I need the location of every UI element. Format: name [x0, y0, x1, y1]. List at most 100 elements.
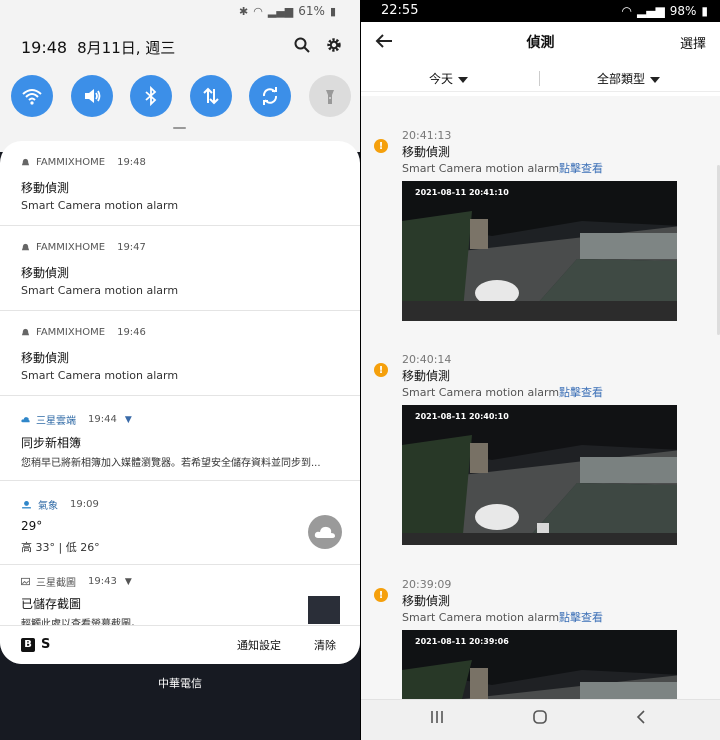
cloud-icon: [308, 515, 342, 549]
view-link[interactable]: 點擊查看: [559, 162, 603, 175]
type-filter[interactable]: 全部類型: [597, 70, 661, 87]
search-icon[interactable]: [294, 37, 310, 58]
mobile-data-toggle[interactable]: [189, 75, 232, 117]
notification-app: FAMMIXHOME: [36, 327, 106, 338]
event-time: 20:41:13: [402, 129, 452, 142]
notification-item[interactable]: 氣象 19:09 29° 高 33° | 低 26°: [0, 481, 360, 565]
back-icon[interactable]: [635, 709, 647, 729]
camera-snapshot[interactable]: 2021-08-11 20:39:06: [402, 630, 681, 699]
timestamp-overlay: 2021-08-11 20:41:10: [415, 188, 509, 197]
chevron-down-icon[interactable]: ▼: [125, 577, 132, 587]
bell-icon: [21, 158, 30, 166]
flashlight-toggle[interactable]: [308, 75, 351, 117]
cloud-icon: [21, 417, 30, 423]
notification-time: 19:43: [88, 576, 117, 587]
event-item[interactable]: ! 20:39:09 移動偵測 Smart Camera motion alar…: [361, 578, 720, 699]
panel-handle[interactable]: [173, 127, 186, 129]
event-desc: Smart Camera motion alarm: [402, 611, 560, 624]
quick-settings: ✱ ◠ ▂▄▆ 61% ▮ 19:48 8月11日, 週三: [0, 0, 360, 152]
event-body: Smart Camera motion alarm點擊查看: [402, 160, 603, 176]
event-item[interactable]: ! 20:41:13 移動偵測 Smart Camera motion alar…: [361, 129, 720, 329]
weather-temperature: 29°: [21, 519, 43, 533]
event-body: Smart Camera motion alarm點擊查看: [402, 384, 603, 400]
day-filter-label: 今天: [429, 72, 454, 86]
camera-snapshot[interactable]: 2021-08-11 20:41:10: [402, 181, 681, 321]
bell-icon: [21, 328, 30, 336]
alert-icon: !: [374, 588, 388, 602]
notification-time: 19:48: [117, 157, 146, 168]
notification-title: 同步新相簿: [21, 436, 82, 450]
select-button[interactable]: 選擇: [680, 33, 706, 52]
notification-time: 19:47: [117, 242, 146, 253]
clock-date: 8月11日, 週三: [77, 38, 176, 57]
event-title: 移動偵測: [402, 594, 451, 608]
carrier-label: 中華電信: [158, 677, 202, 690]
notification-item[interactable]: FAMMIXHOME 19:48 移動偵測 Smart Camera motio…: [0, 141, 360, 226]
detection-screen: 22:55 ◠ ▂▄▆ 98% ▮ 偵測 選擇 今天 全部類型 ! 20:41:…: [361, 0, 720, 740]
signal-icon: ▂▄▆: [637, 4, 665, 18]
caret-down-icon: [458, 76, 469, 83]
app-logos: B S: [21, 637, 50, 652]
bell-icon: [21, 243, 30, 251]
filter-bar: 今天 全部類型: [361, 66, 720, 92]
home-icon[interactable]: [532, 709, 548, 729]
caret-down-icon: [650, 76, 661, 83]
notification-settings-button[interactable]: 通知設定: [237, 637, 281, 653]
notification-item[interactable]: 三星雲端 19:44 ▼ 同步新相簿 您稍早已將新相簿加入媒體瀏覽器。若希望安全…: [0, 396, 360, 481]
weather-range: 高 33° | 低 26°: [21, 541, 100, 554]
recents-icon[interactable]: [430, 709, 444, 728]
status-bar-left: ✱ ◠ ▂▄▆ 61% ▮: [239, 4, 336, 18]
clear-button[interactable]: 清除: [314, 637, 336, 653]
event-body: Smart Camera motion alarm點擊查看: [402, 609, 603, 625]
wifi-icon: [22, 89, 42, 105]
page-title: 偵測: [526, 35, 555, 51]
auto-rotate-toggle[interactable]: [249, 75, 291, 117]
data-icon: [202, 87, 219, 105]
battery-percent: 61%: [298, 4, 325, 18]
view-link[interactable]: 點擊查看: [559, 611, 603, 624]
battery-icon: ▮: [701, 4, 708, 18]
bluetooth-toggle[interactable]: [130, 75, 172, 117]
notification-item[interactable]: 三星截圖 19:43 ▼ 已儲存截圖 輕觸此處以查看螢幕截圖。: [0, 565, 360, 630]
screenshot-icon: [21, 577, 30, 586]
notification-item[interactable]: FAMMIXHOME 19:46 移動偵測 Smart Camera motio…: [0, 311, 360, 396]
timestamp-overlay: 2021-08-11 20:40:10: [415, 412, 509, 421]
wifi-status-icon: ◠: [621, 4, 633, 18]
signal-icon: ▂▄▆: [267, 4, 294, 18]
wifi-status-icon: ◠: [253, 4, 263, 18]
weather-icon: [22, 500, 31, 509]
notification-body: Smart Camera motion alarm: [21, 369, 179, 382]
notification-footer: B S 通知設定 清除: [0, 625, 360, 664]
notification-title: 移動偵測: [21, 266, 70, 280]
notification-panel: FAMMIXHOME 19:48 移動偵測 Smart Camera motio…: [0, 141, 360, 664]
event-desc: Smart Camera motion alarm: [402, 162, 560, 175]
system-nav-bar: [361, 699, 720, 740]
notification-time: 19:09: [70, 499, 99, 510]
notification-body: 您稍早已將新相簿加入媒體瀏覽器。若希望安全儲存資料並同步到...: [21, 458, 321, 469]
screenshot-thumbnail[interactable]: [308, 596, 340, 624]
event-item[interactable]: ! 20:40:14 移動偵測 Smart Camera motion alar…: [361, 353, 720, 553]
battery-icon: ▮: [329, 4, 336, 18]
notification-shade: ✱ ◠ ▂▄▆ 61% ▮ 19:48 8月11日, 週三 FAMMIXHOME…: [0, 0, 360, 740]
view-link[interactable]: 點擊查看: [559, 386, 603, 399]
wifi-toggle[interactable]: [11, 75, 53, 117]
clock-time: 19:48: [21, 37, 68, 57]
chevron-down-icon[interactable]: ▼: [125, 415, 132, 425]
event-time: 20:39:09: [402, 578, 452, 591]
event-time: 20:40:14: [402, 353, 452, 366]
notification-time: 19:44: [88, 414, 117, 425]
day-filter[interactable]: 今天: [429, 70, 469, 87]
camera-snapshot[interactable]: 2021-08-11 20:40:10: [402, 405, 681, 545]
event-title: 移動偵測: [402, 369, 451, 383]
battery-percent: 98%: [669, 4, 697, 18]
notification-app: FAMMIXHOME: [36, 242, 106, 253]
notification-app: 三星截圖: [36, 578, 76, 589]
sound-toggle[interactable]: [70, 75, 113, 117]
alert-icon: !: [374, 139, 388, 153]
gear-icon[interactable]: [326, 37, 342, 58]
filter-divider: [539, 71, 540, 86]
notification-title: 移動偵測: [21, 351, 70, 365]
notification-item[interactable]: FAMMIXHOME 19:47 移動偵測 Smart Camera motio…: [0, 226, 360, 311]
notification-title: 移動偵測: [21, 181, 70, 195]
flashlight-icon: [325, 90, 334, 104]
